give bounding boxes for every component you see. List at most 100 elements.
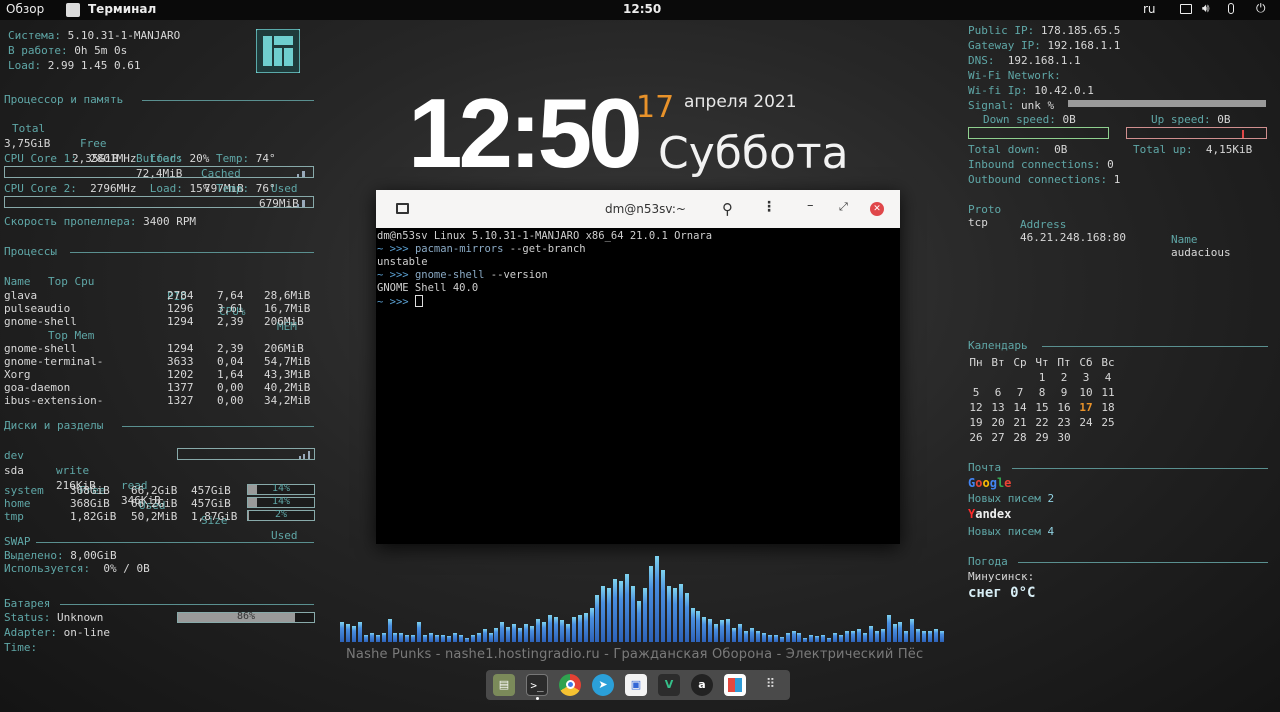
terminal-output[interactable]: dm@n53sv Linux 5.10.31-1-MANJARO x86_64 … — [376, 228, 900, 308]
terminal-titlebar[interactable]: dm@n53sv:~ ⚲ ⋮ – ⤢ ✕ — [376, 190, 900, 228]
calendar-day: 10 — [1079, 386, 1093, 399]
visualizer-bar — [476, 633, 481, 642]
upload-graph — [1126, 127, 1267, 139]
terminal-window[interactable]: dm@n53sv:~ ⚲ ⋮ – ⤢ ✕ dm@n53sv Linux 5.10… — [376, 190, 900, 544]
calendar-day: 11 — [1101, 386, 1115, 399]
visualizer-bar — [690, 607, 695, 642]
visualizer-bar — [654, 555, 659, 642]
terminal-app-icon[interactable] — [66, 3, 80, 17]
settings-icon[interactable] — [724, 674, 746, 696]
close-icon[interactable]: ✕ — [870, 202, 884, 216]
calendar-day: 3 — [1082, 371, 1090, 384]
load-label: Load: — [8, 59, 42, 72]
visualizer-bar — [904, 631, 909, 642]
terminal-icon[interactable]: >_ — [526, 674, 548, 696]
yandex-new-row: Новых писем 4 — [968, 525, 1055, 538]
calendar-day — [1097, 430, 1119, 445]
visualizer-bar — [892, 624, 897, 642]
clock-button[interactable]: 12:50 — [623, 2, 661, 16]
microphone-icon[interactable] — [1228, 3, 1234, 14]
app-grid-icon[interactable]: ⠿ — [759, 674, 781, 696]
visualizer-bar — [940, 631, 945, 642]
dns-row: DNS: 192.168.1.1 — [968, 54, 1081, 67]
new-tab-icon[interactable] — [396, 203, 409, 214]
app-menu-button[interactable]: Терминал — [88, 2, 156, 16]
header-rule — [142, 100, 314, 101]
cpu-core-2-row: CPU Core 2: 2796MHz Load: 15% Temp: 76° — [4, 182, 276, 195]
wifi-ip-row: Wi-fi Ip: 10.42.0.1 — [968, 84, 1094, 97]
visualizer-bar — [577, 615, 582, 642]
screen-icon[interactable] — [1180, 4, 1192, 14]
visualizer-bar — [916, 629, 921, 642]
minimize-icon[interactable]: – — [807, 198, 814, 213]
search-icon[interactable]: ⚲ — [722, 200, 733, 218]
visualizer-bar — [494, 627, 499, 642]
dock: ▤ >_ ➤ ▣ V a ⠿ — [486, 670, 790, 700]
process-row: Xorg 1202 1,64 43,3MiB — [4, 367, 316, 381]
visualizer-bar — [791, 631, 796, 642]
terminal-line: unstable — [377, 256, 428, 268]
process-name: ibus-extension- — [4, 394, 104, 407]
activities-button[interactable]: Обзор — [6, 2, 44, 16]
keyboard-layout-button[interactable]: ru — [1143, 2, 1156, 16]
maximize-icon[interactable]: ⤢ — [839, 200, 848, 214]
desktop-clock-weekday: Суббота — [658, 128, 849, 179]
visualizer-bar — [720, 620, 725, 642]
visualizer-bar — [738, 624, 743, 642]
terminal-cursor[interactable] — [414, 295, 423, 307]
process-row: ibus-extension- 1327 0,00 34,2MiB — [4, 393, 316, 407]
telegram-icon[interactable]: ➤ — [592, 674, 614, 696]
google-mail-label: Google — [968, 476, 1012, 490]
visualizer-bar — [856, 629, 861, 642]
connection-row: tcp 46.21.248.168:80 audacious — [968, 216, 1231, 259]
visualizer-bar — [827, 637, 832, 642]
signal-row: Signal: unk % — [968, 99, 1055, 112]
audacious-icon[interactable]: a — [691, 674, 713, 696]
disk-io-graph — [177, 448, 315, 460]
calendar-weekday: Сб — [1079, 356, 1093, 369]
calendar-day: 26 — [969, 431, 983, 444]
calendar-day: 27 — [991, 431, 1005, 444]
process-row: glava 2784 7,64 28,6MiB — [4, 288, 316, 302]
header-rule — [70, 252, 314, 253]
load-value: 2.99 1.45 0.61 — [47, 59, 141, 72]
gateway-ip-row: Gateway IP: 192.168.1.1 — [968, 39, 1121, 52]
desktop-clock-time: 12:50 — [408, 78, 643, 188]
visualizer-bar — [732, 627, 737, 642]
calendar-day: 2 — [1060, 371, 1068, 384]
calendar-day: 16 — [1057, 401, 1071, 414]
battery-header: Батарея — [4, 597, 51, 610]
calendar-day — [987, 370, 1009, 385]
calendar-day: 1 — [1038, 371, 1046, 384]
menu-icon[interactable]: ⋮ — [762, 199, 776, 215]
header-rule — [1018, 562, 1268, 563]
process-cpu: 2,39 — [217, 315, 244, 328]
chrome-icon[interactable] — [559, 674, 581, 696]
volume-icon[interactable]: 🔊︎ — [1202, 1, 1210, 16]
disks-header: Диски и разделы — [4, 419, 104, 432]
uptime-label: В работе: — [8, 44, 68, 57]
visualizer-bar — [797, 633, 802, 642]
process-row: goa-daemon 1377 0,00 40,2MiB — [4, 380, 316, 394]
calendar-weekday: Пн — [969, 356, 983, 369]
terminal-line: ~ >>> pacman-mirrors --get-branch — [377, 243, 586, 255]
visualizer-bar — [809, 634, 814, 642]
power-icon[interactable]: ⏻ — [1256, 1, 1266, 16]
process-mem: 34,2MiB — [264, 394, 311, 407]
visualizer-bar — [755, 631, 760, 642]
terminal-line: ~ >>> gnome-shell --version — [377, 269, 548, 281]
running-indicator — [536, 697, 539, 700]
calendar-day: 14 — [1013, 401, 1027, 414]
visualizer-bar — [845, 631, 849, 642]
up-speed-row: Up speed: 0B — [1151, 113, 1231, 126]
process-row: gnome-shell 1294 2,39 206MiB — [4, 314, 316, 328]
software-icon[interactable]: ▣ — [625, 674, 647, 696]
files-icon[interactable]: ▤ — [493, 674, 515, 696]
visualizer-bar — [773, 634, 778, 642]
visualizer-bar — [767, 634, 772, 642]
visualizer-bar — [506, 626, 511, 642]
visualizer-bar — [530, 625, 535, 642]
vivaldi-icon[interactable]: V — [658, 674, 680, 696]
header-rule — [1042, 346, 1268, 347]
visualizer-bar — [423, 634, 428, 642]
